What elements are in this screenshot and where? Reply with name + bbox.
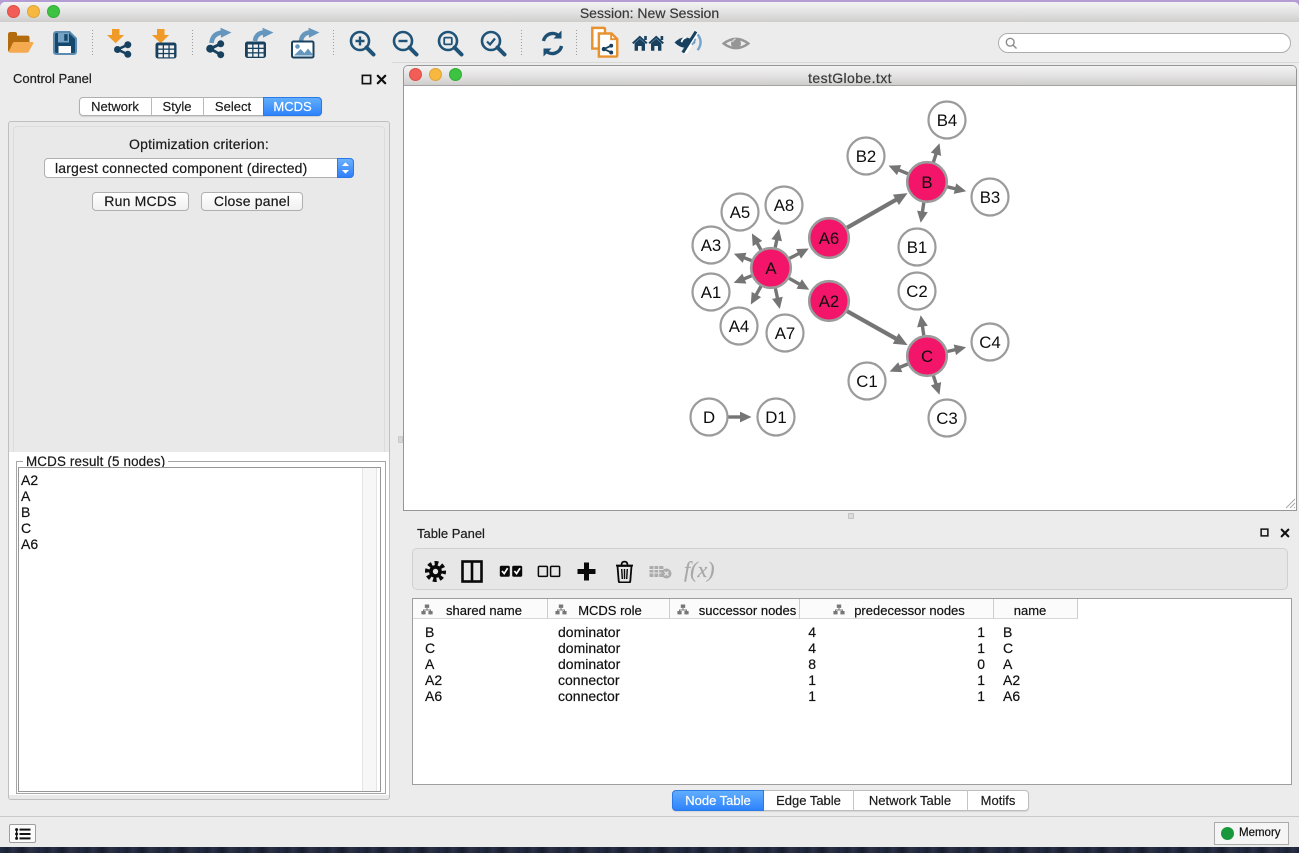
svg-text:A5: A5 bbox=[730, 203, 751, 222]
svg-text:C3: C3 bbox=[936, 409, 957, 428]
svg-text:D1: D1 bbox=[765, 408, 786, 427]
svg-text:B1: B1 bbox=[907, 238, 928, 257]
svg-text:A8: A8 bbox=[774, 196, 795, 215]
svg-text:A: A bbox=[765, 259, 777, 278]
svg-text:B4: B4 bbox=[937, 111, 958, 130]
svg-text:C1: C1 bbox=[856, 372, 877, 391]
svg-text:A4: A4 bbox=[729, 317, 750, 336]
svg-text:A2: A2 bbox=[819, 292, 840, 311]
svg-text:C: C bbox=[921, 347, 933, 366]
svg-text:B3: B3 bbox=[980, 188, 1001, 207]
svg-text:C2: C2 bbox=[906, 282, 927, 301]
svg-text:C4: C4 bbox=[979, 333, 1000, 352]
svg-text:A7: A7 bbox=[775, 324, 796, 343]
svg-text:B2: B2 bbox=[856, 147, 877, 166]
svg-text:A3: A3 bbox=[701, 236, 722, 255]
svg-text:A6: A6 bbox=[819, 229, 840, 248]
svg-text:B: B bbox=[921, 173, 932, 192]
svg-text:A1: A1 bbox=[701, 283, 722, 302]
svg-text:D: D bbox=[703, 408, 715, 427]
